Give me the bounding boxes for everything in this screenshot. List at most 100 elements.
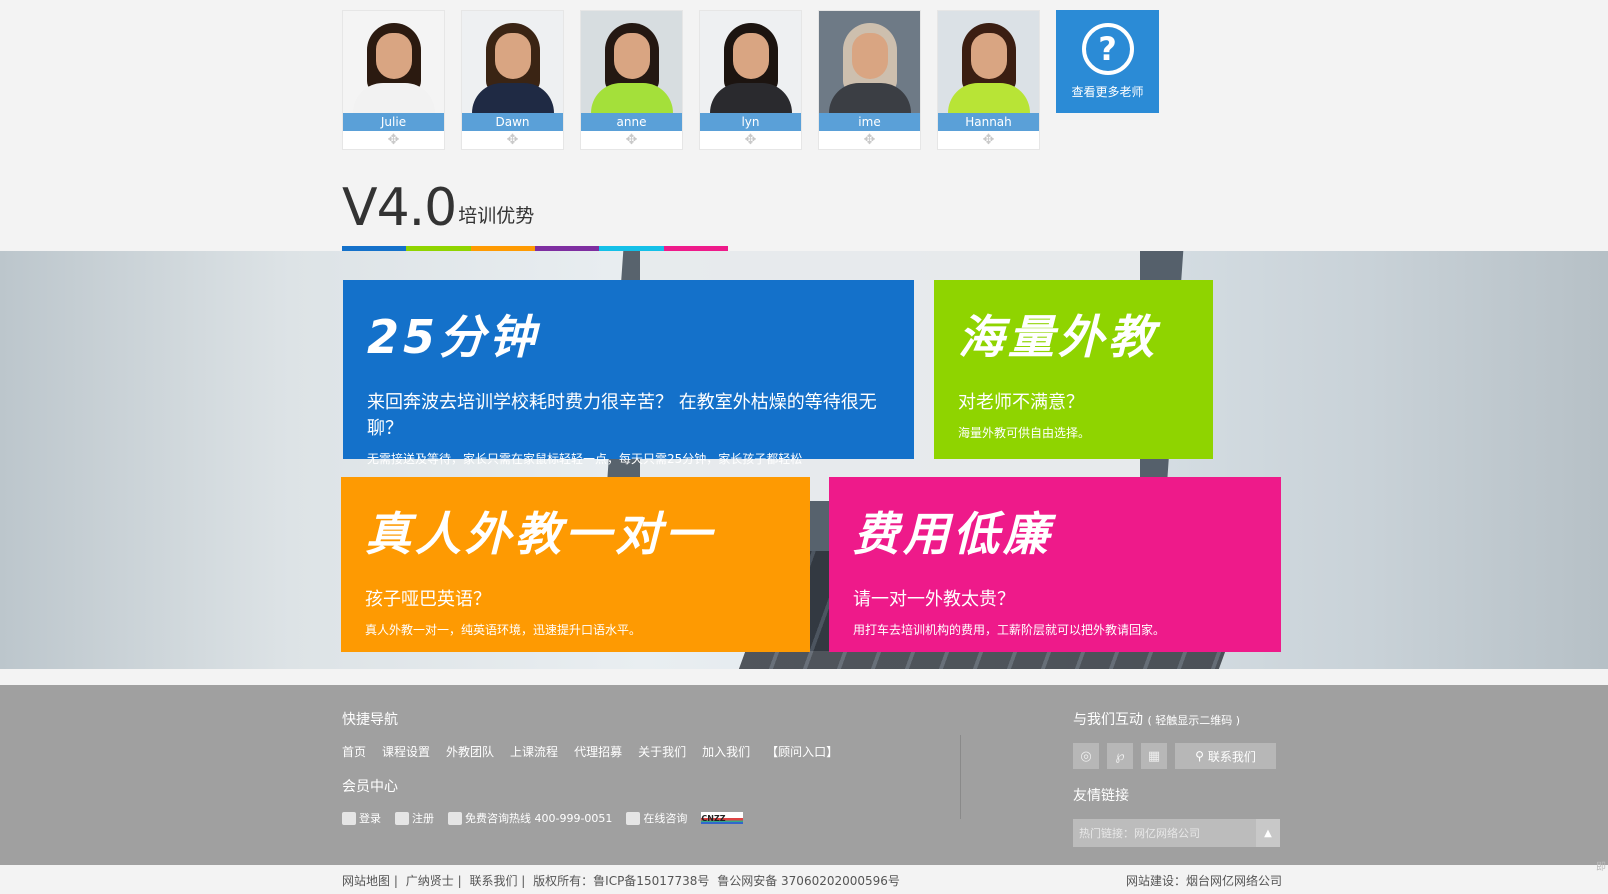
social-buttons: ◎ ℘ ▦ ⚲ 联系我们 <box>1073 743 1280 769</box>
teacher-name: Hannah <box>938 113 1039 131</box>
member-center-title: 会员中心 <box>342 779 398 795</box>
quick-nav-link[interactable]: 上课流程 <box>510 743 558 760</box>
puzzle-icon: ✥ <box>744 132 757 148</box>
tencent-weibo-icon[interactable]: ℘ <box>1107 743 1133 769</box>
feature-line2: 无需接送及等待，家长只需在家鼠标轻轻一点，每天只需25分钟，家长孩子都轻松 <box>367 452 803 466</box>
online-consult-label: 在线咨询 <box>643 812 688 825</box>
puzzle-icon: ✥ <box>625 132 638 148</box>
feature-head: 真人外教一对一 <box>365 507 715 561</box>
teacher-name: lyn <box>700 113 801 131</box>
quick-nav-link[interactable]: 关于我们 <box>638 743 686 760</box>
chevron-up-icon: ▲ <box>1256 819 1280 847</box>
feature-line1: 对老师不满意？ <box>958 392 1084 413</box>
interact-title-text: 与我们互动 <box>1073 712 1143 728</box>
quick-nav-link[interactable]: 首页 <box>342 743 366 760</box>
puzzle-icon: ✥ <box>982 132 995 148</box>
location-pin-icon: ⚲ <box>1195 749 1204 763</box>
puzzle-icon: ✥ <box>863 132 876 148</box>
feature-line2: 海量外教可供自由选择。 <box>958 426 1091 440</box>
separator: | <box>521 874 526 888</box>
contact-us-button[interactable]: ⚲ 联系我们 <box>1175 743 1276 769</box>
user-icon <box>342 811 356 825</box>
cnzz-badge[interactable]: CNZZ <box>701 812 744 824</box>
feature-line2: 真人外教一对一，纯英语环境，迅速提升口语水平。 <box>365 623 642 637</box>
feature-line1: 来回奔波去培训学校耗时费力很辛苦？ 在教室外枯燥的等待很无聊？ <box>367 392 877 439</box>
feature-head: 海量外教 <box>958 310 1158 364</box>
separator: | <box>393 874 398 888</box>
quick-nav-link[interactable]: 课程设置 <box>382 743 430 760</box>
puzzle-icon: ✥ <box>387 132 400 148</box>
contact-us-label: 联系我们 <box>1207 749 1256 764</box>
quick-nav-link[interactable]: 代理招募 <box>574 743 622 760</box>
footer: 快捷导航 首页 课程设置 外教团队 上课流程 代理招募 关于我们 加入我们 【顾问入口】 会员… <box>0 685 1608 865</box>
copyright-text: 版权所有：鲁ICP备15017738号 <box>533 874 710 888</box>
feature-low-cost: 费用低廉 请一对一外教太贵？ 用打车去培训机构的费用，工薪阶层就可以把外教请回家… <box>829 477 1281 652</box>
feature-head: 25分钟 <box>367 310 540 364</box>
corner-tag: 即 <box>1596 862 1606 873</box>
pin-icon <box>395 811 409 825</box>
register-link[interactable]: 注册 <box>395 810 434 826</box>
teacher-photo <box>581 11 682 113</box>
hotline: 免费咨询热线 400-999-0051 <box>448 810 612 826</box>
friend-links-placeholder: 热门链接：网亿网络公司 <box>1079 827 1200 840</box>
feature-25-minutes: 25分钟 来回奔波去培训学校耗时费力很辛苦？ 在教室外枯燥的等待很无聊？ 无需接… <box>343 280 914 466</box>
footer-divider <box>960 735 961 819</box>
quick-nav-link[interactable]: 加入我们 <box>702 743 750 760</box>
online-consult-link[interactable]: 在线咨询 <box>626 810 687 826</box>
quick-nav: 首页 课程设置 外教团队 上课流程 代理招募 关于我们 加入我们 【顾问入口】 <box>342 743 838 760</box>
quick-nav-link[interactable]: 【顾问入口】 <box>766 743 838 760</box>
teacher-card[interactable]: lyn ✥ <box>699 10 802 150</box>
bottom-bar: 网站地图 | 广纳贤士 | 联系我们 | 版权所有：鲁ICP备15017738号… <box>342 872 1282 889</box>
footer-right: 与我们互动 ( 轻触显示二维码 ) ◎ ℘ ▦ ⚲ 联系我们 友情链接 热门链接：… <box>1073 709 1280 847</box>
feature-head: 费用低廉 <box>853 507 1053 561</box>
builder-link[interactable]: 网站建设：烟台网亿网络公司 <box>1126 872 1282 889</box>
teacher-photo <box>343 11 444 113</box>
interact-title: 与我们互动 ( 轻触显示二维码 ) <box>1073 709 1280 729</box>
contact-link[interactable]: 联系我们 <box>469 874 517 888</box>
section-title: V4.0 培训优势 <box>342 180 534 236</box>
login-label: 登录 <box>359 812 381 825</box>
section-title-version: V4.0 <box>342 178 457 238</box>
hotline-label: 免费咨询热线 400-999-0051 <box>465 812 613 825</box>
friend-links-select[interactable]: 热门链接：网亿网络公司 ▲ <box>1073 819 1280 847</box>
feature-line1: 请一对一外教太贵？ <box>853 589 1015 610</box>
teacher-photo <box>938 11 1039 113</box>
sitemap-link[interactable]: 网站地图 <box>342 874 390 888</box>
teacher-card[interactable]: ime ✥ <box>818 10 921 150</box>
separator: | <box>457 874 462 888</box>
qrcode-icon[interactable]: ▦ <box>1141 743 1167 769</box>
quick-nav-link[interactable]: 外教团队 <box>446 743 494 760</box>
feature-one-on-one: 真人外教一对一 孩子哑巴英语？ 真人外教一对一，纯英语环境，迅速提升口语水平。 <box>341 477 810 652</box>
ad-link[interactable]: 广纳贤士 <box>406 874 454 888</box>
teacher-card[interactable]: Julie ✥ <box>342 10 445 150</box>
quick-nav-title: 快捷导航 <box>342 712 398 728</box>
feature-line1: 孩子哑巴英语？ <box>365 589 491 610</box>
police-record-link[interactable]: 鲁公网安备 37060202000596号 <box>717 874 900 888</box>
question-icon: ? <box>1081 23 1134 75</box>
puzzle-icon: ✥ <box>506 132 519 148</box>
teacher-name: anne <box>581 113 682 131</box>
interact-note: ( 轻触显示二维码 ) <box>1147 714 1241 727</box>
chat-icon <box>626 811 641 825</box>
more-teachers-button[interactable]: ? 查看更多老师 <box>1056 10 1159 113</box>
teacher-name: ime <box>819 113 920 131</box>
weibo-icon[interactable]: ◎ <box>1073 743 1099 769</box>
member-links: 登录 注册 免费咨询热线 400-999-0051 在线咨询 CNZZ <box>342 810 838 826</box>
teacher-name: Dawn <box>462 113 563 131</box>
feature-line2: 用打车去培训机构的费用，工薪阶层就可以把外教请回家。 <box>853 623 1166 637</box>
teacher-photo <box>700 11 801 113</box>
teacher-name: Julie <box>343 113 444 131</box>
more-teachers-label: 查看更多老师 <box>1071 85 1144 99</box>
teacher-card[interactable]: Hannah ✥ <box>937 10 1040 150</box>
register-label: 注册 <box>412 812 434 825</box>
teachers-row: Julie ✥ Dawn ✥ anne ✥ lyn ✥ ime ✥ Hannah ✥? 查看更多老师 <box>342 10 1159 150</box>
teacher-card[interactable]: Dawn ✥ <box>461 10 564 150</box>
footer-left: 快捷导航 首页 课程设置 外教团队 上课流程 代理招募 关于我们 加入我们 【顾问入口】 会员… <box>342 709 838 826</box>
phone-icon <box>448 811 462 825</box>
section-title-text: 培训优势 <box>458 205 535 227</box>
login-link[interactable]: 登录 <box>342 810 381 826</box>
bottom-left: 网站地图 | 广纳贤士 | 联系我们 | 版权所有：鲁ICP备15017738号… <box>342 872 900 889</box>
teacher-photo <box>462 11 563 113</box>
teacher-card[interactable]: anne ✥ <box>580 10 683 150</box>
friend-links-title: 友情链接 <box>1073 788 1129 804</box>
